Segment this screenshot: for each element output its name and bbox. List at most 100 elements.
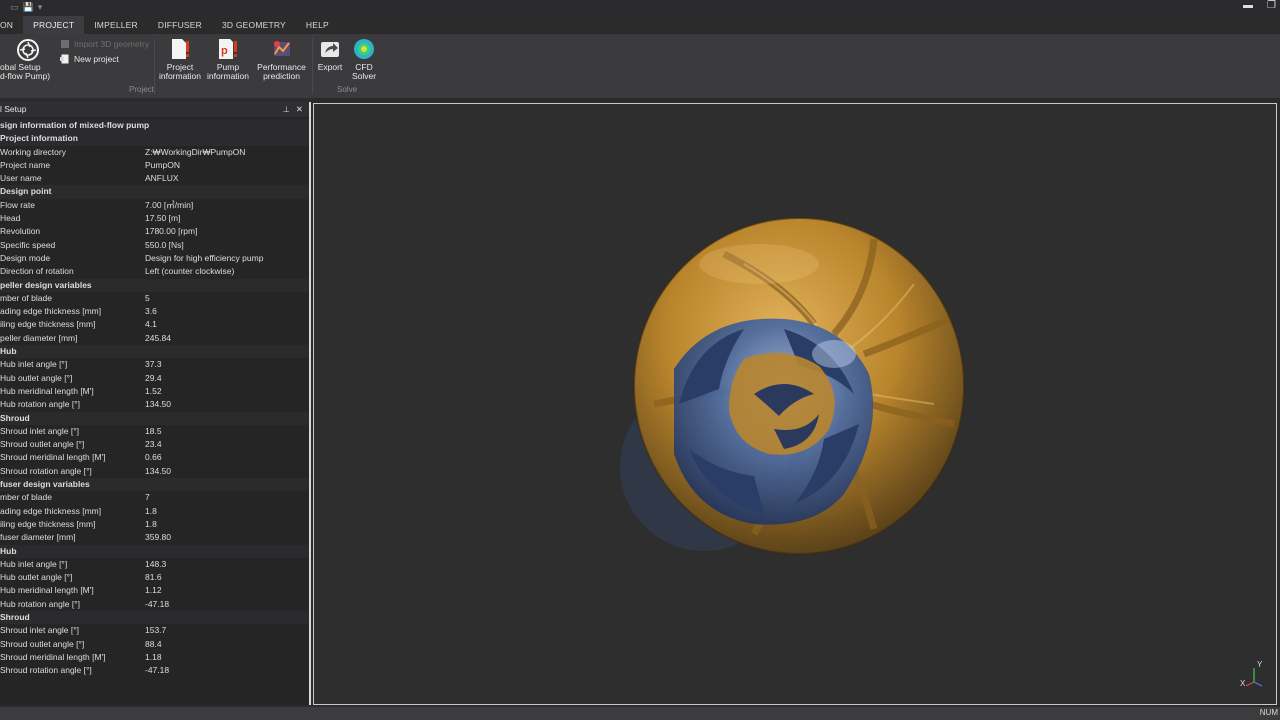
property-row[interactable]: Shroud outlet angle [°] 88.4 — [0, 638, 309, 651]
export-button[interactable]: Export — [314, 34, 346, 72]
property-row[interactable]: iling edge thickness [mm] 4.1 — [0, 318, 309, 331]
property-value[interactable]: 134.50 — [145, 465, 309, 478]
tab-project[interactable]: PROJECT — [23, 16, 85, 34]
property-row[interactable]: Hub meridinal length [M'] 1.52 — [0, 385, 309, 398]
property-value[interactable]: 17.50 [m] — [145, 212, 309, 225]
close-icon[interactable]: ✕ — [296, 102, 303, 117]
property-row[interactable]: mber of blade 7 — [0, 491, 309, 504]
tab-3d-geometry[interactable]: 3D GEOMETRY — [212, 16, 296, 34]
property-value[interactable]: 1.12 — [145, 584, 309, 597]
property-value[interactable]: 1.52 — [145, 385, 309, 398]
property-value[interactable]: -47.18 — [145, 664, 309, 677]
app-icon[interactable]: ▭ — [10, 2, 19, 13]
project-information-button[interactable]: Project information — [157, 34, 203, 81]
property-category[interactable]: Hub — [0, 345, 309, 359]
cfd-solver-button[interactable]: CFD Solver — [348, 34, 380, 81]
property-value[interactable]: Z:₩WorkingDir₩PumpON — [145, 146, 309, 159]
property-value[interactable]: 153.7 — [145, 624, 309, 637]
property-row[interactable]: Hub inlet angle [°] 37.3 — [0, 358, 309, 371]
property-row[interactable]: Specific speed 550.0 [Ns] — [0, 239, 309, 252]
property-category[interactable]: fuser design variables — [0, 478, 309, 492]
property-category[interactable]: Shroud — [0, 411, 309, 425]
property-value[interactable]: 29.4 — [145, 372, 309, 385]
property-value[interactable]: Left (counter clockwise) — [145, 265, 309, 278]
property-value[interactable]: 23.4 — [145, 438, 309, 451]
save-icon[interactable]: 💾 — [23, 2, 34, 13]
property-row[interactable]: Direction of rotation Left (counter clock… — [0, 265, 309, 278]
tab-impeller[interactable]: IMPELLER — [84, 16, 148, 34]
property-row[interactable]: fuser diameter [mm] 359.80 — [0, 531, 309, 544]
pin-icon[interactable]: ⊥ — [283, 102, 290, 117]
property-value[interactable]: 148.3 — [145, 558, 309, 571]
project-information-label-2: information — [158, 71, 202, 81]
performance-prediction-button[interactable]: Performance prediction — [254, 34, 309, 81]
property-value[interactable]: 37.3 — [145, 358, 309, 371]
property-value[interactable]: 550.0 [Ns] — [145, 239, 309, 252]
property-value[interactable]: 5 — [145, 292, 309, 305]
property-row[interactable]: peller diameter [mm] 245.84 — [0, 332, 309, 345]
property-row[interactable]: Hub rotation angle [°] -47.18 — [0, 598, 309, 611]
property-row[interactable]: Shroud meridinal length [M'] 0.66 — [0, 451, 309, 464]
property-row[interactable]: Hub outlet angle [°] 29.4 — [0, 372, 309, 385]
import-3d-geometry-button[interactable]: Import 3D geometry — [60, 39, 149, 49]
ribbon-tabs: ON PROJECT IMPELLER DIFFUSER 3D GEOMETRY… — [0, 16, 339, 34]
tab-on[interactable]: ON — [0, 16, 23, 34]
property-row[interactable]: Shroud outlet angle [°] 23.4 — [0, 438, 309, 451]
property-row[interactable]: Head 17.50 [m] — [0, 212, 309, 225]
property-row[interactable]: Project name PumpON — [0, 159, 309, 172]
property-row[interactable]: Shroud inlet angle [°] 153.7 — [0, 624, 309, 637]
dropdown-icon[interactable]: ▾ — [38, 2, 43, 13]
property-category[interactable]: Project information — [0, 132, 309, 146]
property-row[interactable]: ading edge thickness [mm] 1.8 — [0, 505, 309, 518]
property-row[interactable]: Shroud rotation angle [°] -47.18 — [0, 664, 309, 677]
property-row[interactable]: Hub rotation angle [°] 134.50 — [0, 398, 309, 411]
3d-viewport[interactable]: X Y — [313, 103, 1277, 705]
property-value[interactable]: 134.50 — [145, 398, 309, 411]
property-value[interactable]: -47.18 — [145, 598, 309, 611]
property-row[interactable]: Shroud rotation angle [°] 134.50 — [0, 465, 309, 478]
pump-3d-model[interactable] — [314, 104, 1278, 706]
property-value[interactable]: 18.5 — [145, 425, 309, 438]
property-row[interactable]: mber of blade 5 — [0, 292, 309, 305]
minimize-button[interactable]: ▬ — [1243, 0, 1253, 11]
property-row[interactable]: Hub outlet angle [°] 81.6 — [0, 571, 309, 584]
tab-help[interactable]: HELP — [296, 16, 339, 34]
property-row[interactable]: ading edge thickness [mm] 3.6 — [0, 305, 309, 318]
property-value[interactable]: ANFLUX — [145, 172, 309, 185]
property-row[interactable]: Hub meridinal length [M'] 1.12 — [0, 584, 309, 597]
property-row[interactable]: Shroud inlet angle [°] 18.5 — [0, 425, 309, 438]
property-value[interactable]: 7 — [145, 491, 309, 504]
restore-button[interactable]: ❐ — [1267, 0, 1276, 11]
property-value[interactable]: 245.84 — [145, 332, 309, 345]
property-row[interactable]: Design mode Design for high efficiency pu… — [0, 252, 309, 265]
property-value[interactable]: 1.18 — [145, 651, 309, 664]
property-value[interactable]: 88.4 — [145, 638, 309, 651]
property-category[interactable]: Hub — [0, 544, 309, 558]
pump-information-button[interactable]: p Pump information — [204, 34, 252, 81]
property-value[interactable]: 0.66 — [145, 451, 309, 464]
property-value[interactable]: 81.6 — [145, 571, 309, 584]
property-category[interactable]: peller design variables — [0, 278, 309, 292]
property-category[interactable]: Design point — [0, 185, 309, 199]
property-value[interactable]: 7.00 [㎥/min] — [145, 199, 309, 212]
property-value[interactable]: 3.6 — [145, 305, 309, 318]
new-project-button[interactable]: New project — [60, 54, 119, 64]
property-row[interactable]: Flow rate 7.00 [㎥/min] — [0, 199, 309, 212]
property-row[interactable]: iling edge thickness [mm] 1.8 — [0, 518, 309, 531]
property-value[interactable]: 4.1 — [145, 318, 309, 331]
property-value[interactable]: Design for high efficiency pump — [145, 252, 309, 265]
property-row[interactable]: Shroud meridinal length [M'] 1.18 — [0, 651, 309, 664]
property-row[interactable]: Working directory Z:₩WorkingDir₩PumpON — [0, 146, 309, 159]
global-setup-button[interactable]: obal Setup d-flow Pump) — [0, 34, 54, 81]
property-value[interactable]: 359.80 — [145, 531, 309, 544]
property-value[interactable]: PumpON — [145, 159, 309, 172]
property-row[interactable]: Revolution 1780.00 [rpm] — [0, 225, 309, 238]
tab-diffuser[interactable]: DIFFUSER — [148, 16, 212, 34]
property-category[interactable]: Shroud — [0, 610, 309, 625]
property-category[interactable]: sign information of mixed-flow pump — [0, 119, 309, 133]
property-value[interactable]: 1.8 — [145, 505, 309, 518]
property-value[interactable]: 1.8 — [145, 518, 309, 531]
property-value[interactable]: 1780.00 [rpm] — [145, 225, 309, 238]
property-row[interactable]: Hub inlet angle [°] 148.3 — [0, 558, 309, 571]
property-row[interactable]: User name ANFLUX — [0, 172, 309, 185]
